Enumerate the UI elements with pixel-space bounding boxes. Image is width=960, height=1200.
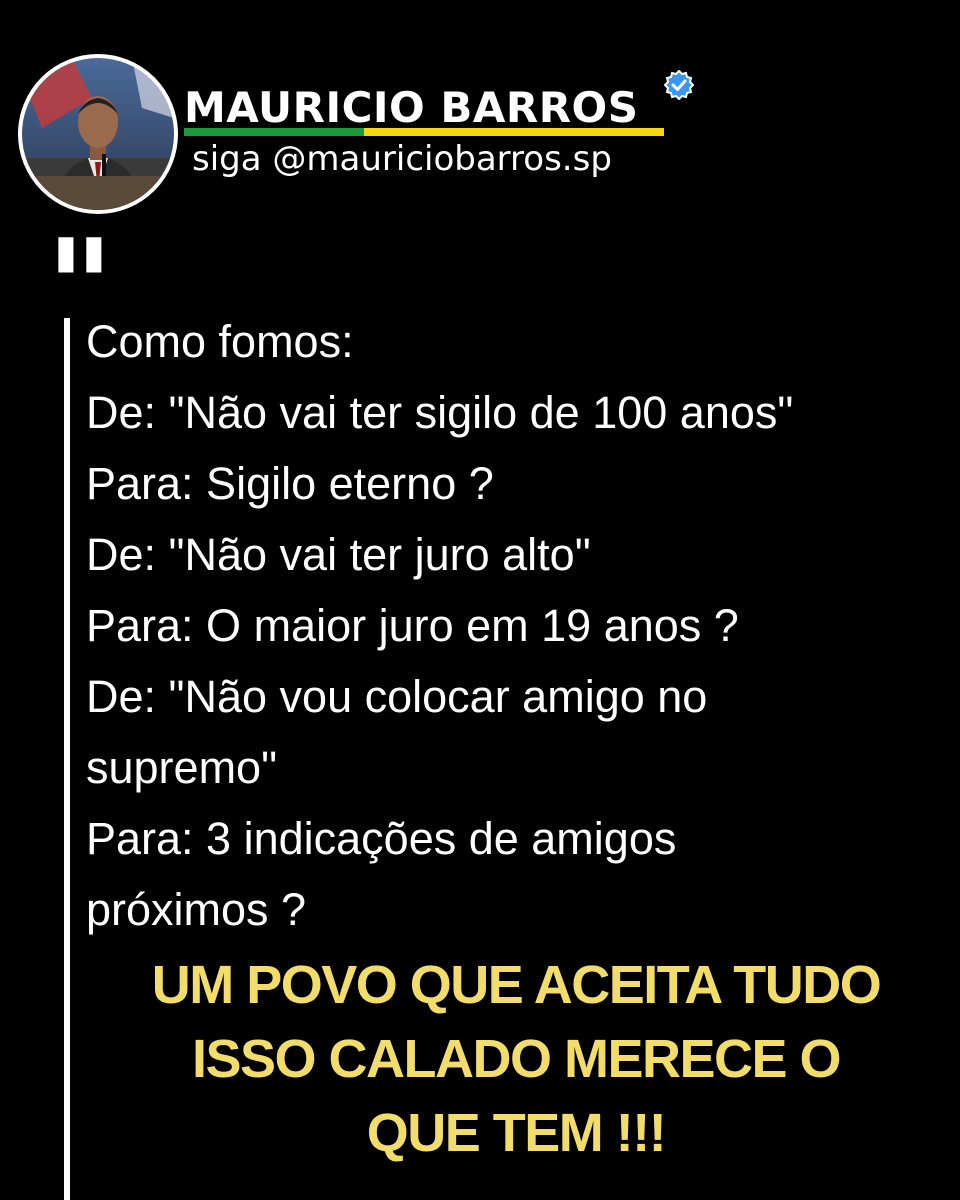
conclusion-line: UM POVO QUE ACEITA TUDO (151, 955, 882, 1015)
profile-name[interactable]: MAURICIO BARROS (184, 84, 639, 132)
post-header: MAURICIO BARROS siga @mauriciobarros.sp (0, 0, 960, 230)
conclusion-line: QUE TEM !!! (366, 1103, 667, 1163)
post-body: Como fomos: De: "Não vai ter sigilo de 1… (86, 306, 946, 945)
post-line: supremo" (86, 742, 278, 793)
post-line: Para: 3 indicações de amigos (86, 813, 677, 864)
name-underline (184, 128, 664, 136)
verified-badge-icon (663, 69, 695, 101)
post-line: De: "Não vou colocar amigo no (86, 671, 708, 722)
post-line: Como fomos: (86, 316, 354, 367)
underline-yellow (364, 128, 664, 136)
conclusion-line: ISSO CALADO MERECE O (191, 1029, 842, 1089)
underline-green (184, 128, 364, 136)
post-line: Para: Sigilo eterno ? (86, 458, 494, 509)
profile-handle[interactable]: siga @mauriciobarros.sp (192, 138, 612, 180)
post-line: De: "Não vai ter juro alto" (86, 529, 591, 580)
avatar-photo (22, 58, 174, 210)
avatar[interactable] (18, 54, 178, 214)
post-line: De: "Não vai ter sigilo de 100 anos" (86, 387, 794, 438)
post-line: próximos ? (86, 884, 307, 935)
post-conclusion: UM POVO QUE ACEITA TUDO ISSO CALADO MERE… (86, 948, 946, 1170)
post-line: Para: O maior juro em 19 anos ? (86, 600, 739, 651)
quote-bar (64, 318, 70, 1200)
